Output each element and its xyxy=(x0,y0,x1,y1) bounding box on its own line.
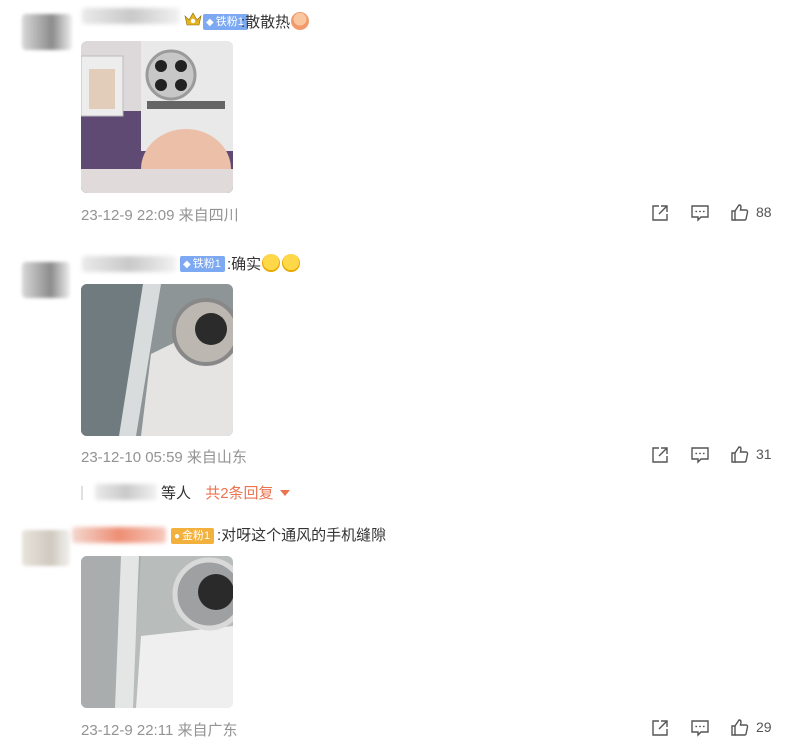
share-icon[interactable] xyxy=(650,445,670,465)
replier-names-blurred[interactable] xyxy=(95,484,157,500)
fan-badge-icon: ◆ xyxy=(206,17,214,28)
comment-text: :散散热 xyxy=(241,12,310,33)
username-blurred[interactable] xyxy=(82,8,180,24)
like-icon[interactable] xyxy=(730,203,750,223)
like-count: 31 xyxy=(756,446,772,462)
share-icon[interactable] xyxy=(650,718,670,738)
comment-text: :确实 xyxy=(227,254,301,275)
like-icon[interactable] xyxy=(730,445,750,465)
fan-badge-icon: ◆ xyxy=(183,259,191,270)
laugh-cry-emoji-icon xyxy=(262,254,281,272)
like-icon[interactable] xyxy=(730,718,750,738)
view-replies-link[interactable]: 共2条回复 xyxy=(205,485,290,502)
comment-actions: 88 xyxy=(650,203,776,223)
comment-photo[interactable] xyxy=(81,556,233,708)
replies-summary: 等人 共2条回复 xyxy=(81,482,290,502)
crown-icon xyxy=(184,11,202,27)
avatar[interactable] xyxy=(22,530,70,566)
username-blurred[interactable] xyxy=(72,527,166,543)
comment-actions: 29 xyxy=(650,718,776,738)
fan-badge-icon: ● xyxy=(174,531,181,542)
comment-icon[interactable] xyxy=(690,718,710,738)
laugh-cry-emoji-icon xyxy=(282,254,301,272)
comment-photo[interactable] xyxy=(81,41,233,193)
baby-emoji-icon xyxy=(291,12,310,30)
fan-badge[interactable]: ◆ 铁粉1 xyxy=(180,256,225,272)
share-icon[interactable] xyxy=(650,203,670,223)
comment-actions: 31 xyxy=(650,445,776,465)
username-blurred[interactable] xyxy=(82,256,176,272)
dropdown-icon xyxy=(279,490,290,496)
fan-badge[interactable]: ● 金粉1 xyxy=(171,528,215,544)
comment-photo[interactable] xyxy=(81,284,233,436)
avatar[interactable] xyxy=(22,262,70,298)
avatar[interactable] xyxy=(22,14,72,50)
comment-text: :对呀这个通风的手机缝隙 xyxy=(217,527,387,544)
comment-meta: 23-12-9 22:09 来自四川 xyxy=(81,207,239,224)
comment-meta: 23-12-9 22:11 来自广东 xyxy=(81,722,238,739)
comment-icon[interactable] xyxy=(690,203,710,223)
comment-meta: 23-12-10 05:59 来自山东 xyxy=(81,449,247,466)
like-count: 88 xyxy=(756,204,772,220)
reply-divider xyxy=(81,486,83,500)
comment-icon[interactable] xyxy=(690,445,710,465)
like-count: 29 xyxy=(756,719,772,735)
